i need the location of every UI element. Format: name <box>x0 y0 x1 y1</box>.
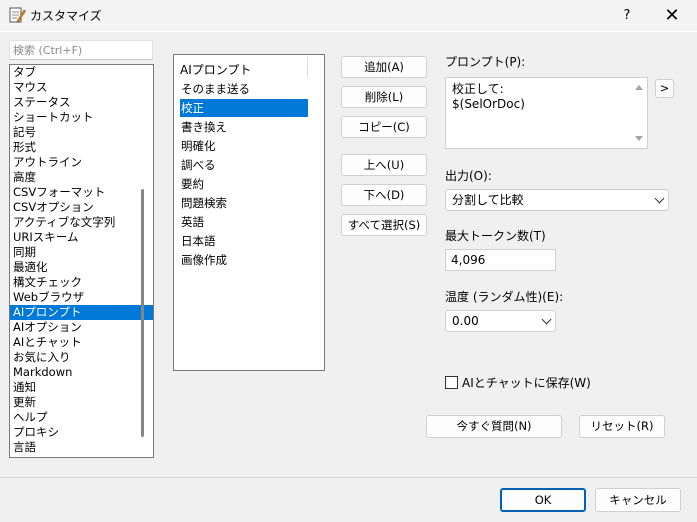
category-item[interactable]: 記号 <box>10 125 153 140</box>
select-all-button[interactable]: すべて選択(S) <box>341 214 427 236</box>
category-scrollbar[interactable] <box>141 189 144 437</box>
move-up-button[interactable]: 上へ(U) <box>341 154 427 176</box>
category-item[interactable]: AIオプション <box>10 320 153 335</box>
add-button[interactable]: 追加(A) <box>341 56 427 78</box>
help-button[interactable]: ? <box>612 4 642 28</box>
prompt-textarea[interactable]: 校正して: $(SelOrDoc) <box>445 77 648 149</box>
category-item[interactable]: CSVフォーマット <box>10 185 153 200</box>
search-input[interactable] <box>10 41 152 59</box>
category-item[interactable]: 通知 <box>10 380 153 395</box>
chevron-down-icon <box>654 193 665 204</box>
category-item[interactable]: Markdown <box>10 365 153 380</box>
prompt-label: プロンプト(P): <box>445 55 526 69</box>
move-down-button[interactable]: 下へ(D) <box>341 184 427 206</box>
prompt-list[interactable]: AIプロンプト そのまま送る 校正 書き換え 明確化 調べる 要約 問題検索 英語 日本語 画像作… <box>173 54 325 371</box>
category-item[interactable]: 最適化 <box>10 260 153 275</box>
category-item[interactable]: マウス <box>10 80 153 95</box>
prompt-item[interactable]: 英語 <box>180 213 308 231</box>
expand-button[interactable]: > <box>655 79 674 98</box>
category-item[interactable]: ステータス <box>10 95 153 110</box>
prompt-item[interactable]: 画像作成 <box>180 251 308 269</box>
max-tokens-value: 4,096 <box>451 253 486 267</box>
max-tokens-label: 最大トークン数(T) <box>445 229 546 243</box>
category-item[interactable]: アクティブな文字列 <box>10 215 153 230</box>
cancel-button[interactable]: キャンセル <box>595 488 681 512</box>
prompt-item[interactable]: 校正 <box>180 99 308 117</box>
prompt-item[interactable]: 書き換え <box>180 118 308 136</box>
search-box[interactable] <box>9 40 153 60</box>
column-divider[interactable] <box>307 57 308 77</box>
ask-now-button[interactable]: 今すぐ質問(N) <box>426 415 562 438</box>
scroll-up-icon[interactable] <box>635 85 643 90</box>
category-item[interactable]: 言語 <box>10 440 153 455</box>
output-select[interactable]: 分割して比較 <box>445 189 669 211</box>
category-item[interactable]: CSVオプション <box>10 200 153 215</box>
category-item[interactable]: Webブラウザ <box>10 290 153 305</box>
footer-divider <box>0 477 697 478</box>
scroll-down-icon[interactable] <box>635 136 643 141</box>
close-button[interactable]: ✕ <box>652 4 692 28</box>
temperature-value: 0.00 <box>452 314 479 328</box>
reset-button[interactable]: リセット(R) <box>579 415 665 438</box>
copy-button[interactable]: コピー(C) <box>341 116 427 138</box>
window-title: カスタマイズ <box>30 9 102 23</box>
category-item[interactable]: 形式 <box>10 140 153 155</box>
max-tokens-field[interactable]: 4,096 <box>445 249 556 271</box>
output-label: 出力(O): <box>445 169 492 183</box>
category-item[interactable]: 構文チェック <box>10 275 153 290</box>
category-item[interactable]: 更新 <box>10 395 153 410</box>
save-to-chat-label[interactable]: AIとチャットに保存(W) <box>462 374 591 391</box>
category-item[interactable]: AIとチャット <box>10 335 153 350</box>
prompt-item[interactable]: 調べる <box>180 156 308 174</box>
prompt-list-header[interactable]: AIプロンプト <box>180 60 251 80</box>
category-item[interactable]: アウトライン <box>10 155 153 170</box>
chevron-down-icon <box>541 314 552 325</box>
close-icon: ✕ <box>664 5 680 26</box>
prompt-item[interactable]: そのまま送る <box>180 80 308 98</box>
temperature-label: 温度 (ランダム性)(E): <box>445 290 564 304</box>
app-icon <box>9 7 26 24</box>
category-item[interactable]: 高度 <box>10 170 153 185</box>
prompt-scrollbar[interactable] <box>631 79 646 147</box>
category-item[interactable]: ヘルプ <box>10 410 153 425</box>
title-bar <box>0 0 697 32</box>
category-item[interactable]: 同期 <box>10 245 153 260</box>
category-item[interactable]: タブ <box>10 65 153 80</box>
prompt-text: 校正して: $(SelOrDoc) <box>452 82 525 111</box>
save-to-chat-checkbox[interactable] <box>445 376 458 389</box>
category-list[interactable]: タブ マウス ステータス ショートカット 記号 形式 アウトライン 高度 CSVフォーマット CS… <box>9 64 154 458</box>
output-value: 分割して比較 <box>452 193 524 207</box>
prompt-item[interactable]: 問題検索 <box>180 194 308 212</box>
delete-button[interactable]: 削除(L) <box>341 86 427 108</box>
category-item[interactable]: ショートカット <box>10 110 153 125</box>
temperature-select[interactable]: 0.00 <box>445 310 556 332</box>
prompt-item[interactable]: 明確化 <box>180 137 308 155</box>
category-item[interactable]: AIプロンプト <box>10 305 153 320</box>
category-item[interactable]: プロキシ <box>10 425 153 440</box>
category-item[interactable]: URIスキーム <box>10 230 153 245</box>
ok-button[interactable]: OK <box>500 488 586 512</box>
prompt-item[interactable]: 日本語 <box>180 232 308 250</box>
category-item[interactable]: お気に入り <box>10 350 153 365</box>
prompt-item[interactable]: 要約 <box>180 175 308 193</box>
